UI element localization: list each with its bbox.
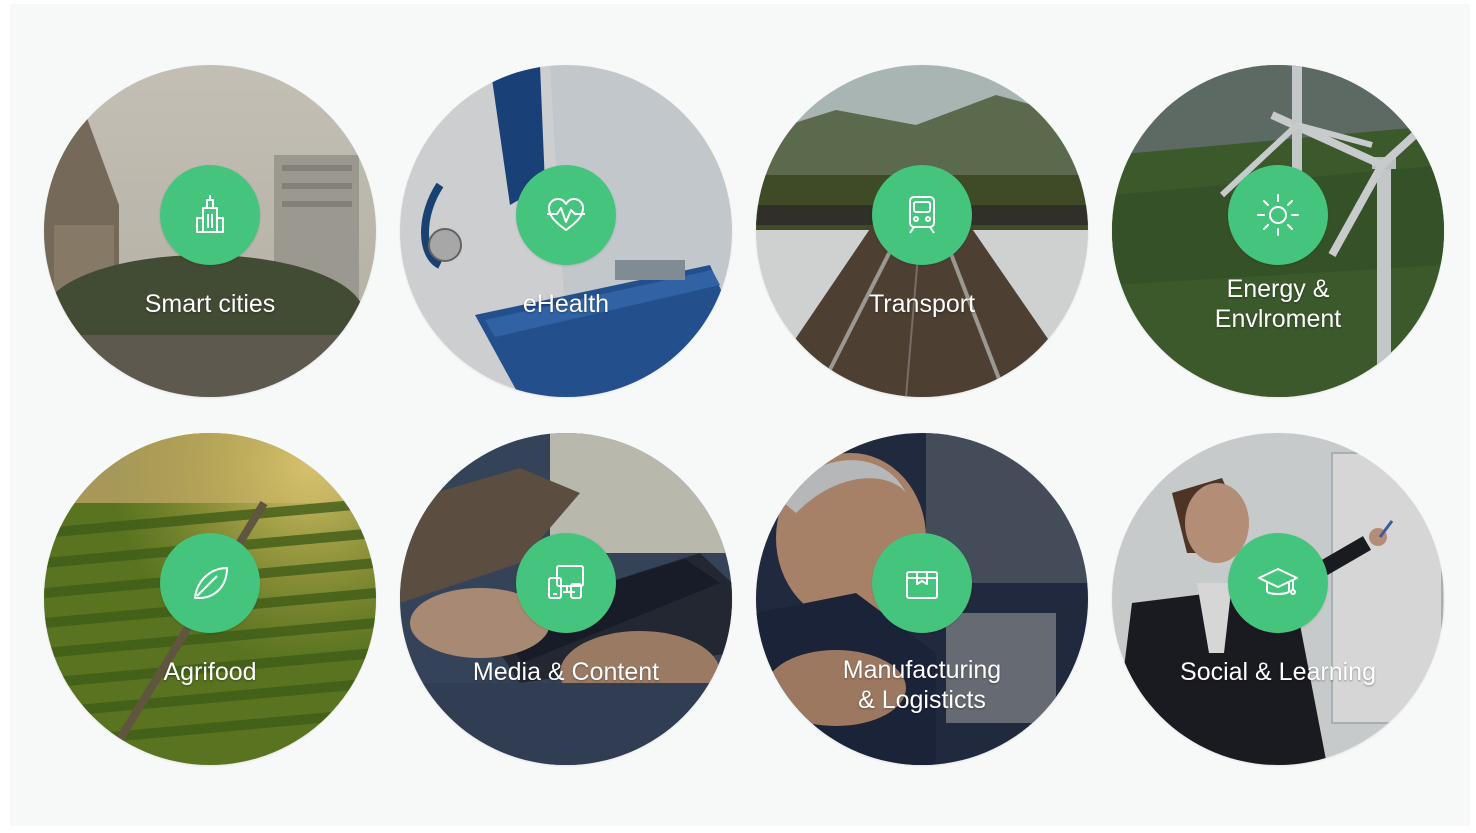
category-tile-agrifood[interactable]: Agrifood bbox=[44, 433, 376, 765]
energy-environment-badge bbox=[1228, 165, 1328, 265]
category-tile-transport[interactable]: Transport bbox=[756, 65, 1088, 397]
ehealth-badge bbox=[516, 165, 616, 265]
smart-cities-badge bbox=[160, 165, 260, 265]
category-tile-media-content[interactable]: Media & Content bbox=[400, 433, 732, 765]
train-icon bbox=[899, 192, 945, 238]
leaf-icon bbox=[187, 560, 233, 606]
category-label: Media & Content bbox=[472, 658, 660, 686]
category-tile-social-learning[interactable]: Social & Learning bbox=[1112, 433, 1444, 765]
category-tile-manufacturing-logistics[interactable]: Manufacturing & Logisticts bbox=[756, 433, 1088, 765]
category-label-line2: Envlroment bbox=[1214, 305, 1342, 333]
heart-pulse-icon bbox=[543, 192, 589, 238]
city-buildings-icon bbox=[187, 192, 233, 238]
category-tile-smart-cities[interactable]: Smart cities bbox=[44, 65, 376, 397]
agrifood-badge bbox=[160, 533, 260, 633]
manufacturing-logistics-badge bbox=[872, 533, 972, 633]
devices-icon bbox=[543, 560, 589, 606]
category-label: Social & Learning bbox=[1180, 658, 1376, 686]
category-label-line2: & Logisticts bbox=[858, 686, 986, 714]
transport-badge bbox=[872, 165, 972, 265]
category-tile-energy-environment[interactable]: Energy & Envlroment bbox=[1112, 65, 1444, 397]
category-label: Manufacturing & Logisticts bbox=[787, 655, 1057, 715]
category-label: Energy & Envlroment bbox=[1143, 274, 1413, 334]
category-label: eHealth bbox=[522, 290, 610, 318]
category-label-line1: Energy & bbox=[1226, 275, 1330, 303]
package-box-icon bbox=[899, 560, 945, 606]
category-label-line1: Manufacturing bbox=[842, 656, 1002, 684]
category-label: Smart cities bbox=[144, 290, 276, 318]
sun-icon bbox=[1255, 192, 1301, 238]
category-tile-ehealth[interactable]: eHealth bbox=[400, 65, 732, 397]
category-label: Agrifood bbox=[163, 658, 257, 686]
social-learning-badge bbox=[1228, 533, 1328, 633]
graduation-cap-icon bbox=[1255, 560, 1301, 606]
category-label: Transport bbox=[868, 290, 976, 318]
media-content-badge bbox=[516, 533, 616, 633]
